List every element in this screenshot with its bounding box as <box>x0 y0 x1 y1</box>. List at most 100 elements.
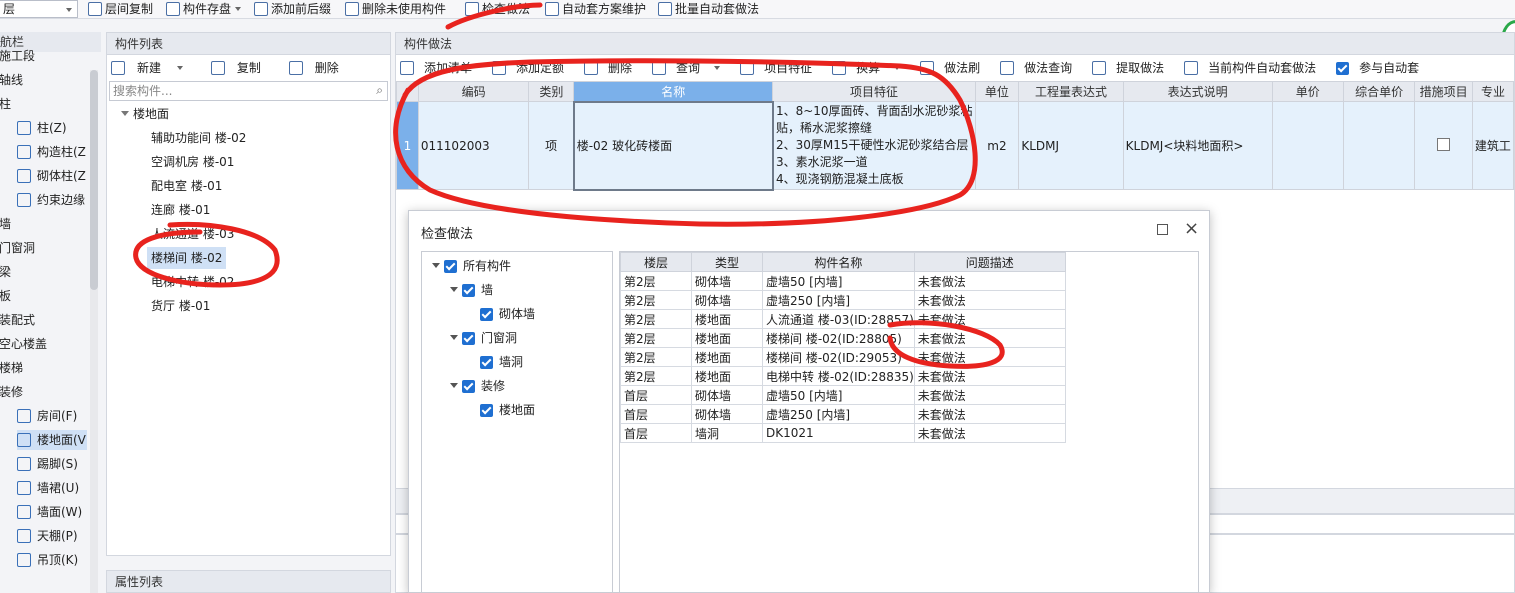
composite-price-cell[interactable] <box>1342 101 1416 190</box>
expand-icon[interactable] <box>450 287 458 292</box>
delete-button[interactable]: 删除 <box>288 61 351 75</box>
expression-cell[interactable]: KLDMJ <box>1018 101 1124 190</box>
maximize-icon[interactable] <box>1157 224 1168 235</box>
nav-item[interactable]: 楼地面(V <box>17 430 87 450</box>
method-tool-7[interactable]: 做法刷 <box>920 61 990 75</box>
method-tool-2[interactable]: 添加定额 <box>492 61 574 75</box>
close-icon[interactable]: × <box>1184 218 1199 239</box>
tree-checkbox[interactable] <box>444 260 457 273</box>
dialog-tree-node[interactable]: 装修 <box>450 376 505 396</box>
unit-cell[interactable]: m2 <box>974 101 1020 190</box>
auto-scheme-button[interactable]: 自动套方案维护 <box>545 1 646 17</box>
column-header[interactable]: 单价 <box>1271 81 1344 102</box>
nav-item[interactable]: 房间(F) <box>17 406 77 426</box>
unit-price-cell[interactable] <box>1271 101 1344 190</box>
nav-item[interactable]: 空心楼盖 <box>0 334 47 354</box>
problem-row[interactable]: 第2层 楼地面 电梯中转 楼-02(ID:28835) 未套做法 <box>620 366 1066 386</box>
method-tool-9[interactable]: 提取做法 <box>1092 61 1174 75</box>
tree-checkbox[interactable] <box>480 356 493 369</box>
component-tree-item[interactable]: 空调机房 楼-01 <box>151 151 234 173</box>
nav-item[interactable]: 装配式 <box>0 310 35 330</box>
column-header[interactable]: 工程量表达式 <box>1018 81 1124 102</box>
method-tool-4[interactable]: 查询 <box>652 61 730 75</box>
column-header[interactable]: 编码 <box>417 81 530 102</box>
nav-item[interactable]: 门窗洞 <box>0 238 35 258</box>
add-prefix-suffix-button[interactable]: 添加前后缀 <box>254 1 331 17</box>
nav-item[interactable]: 构造柱(Z <box>17 142 86 162</box>
nav-item[interactable]: 约束边缘 <box>17 190 85 210</box>
dialog-tree-node[interactable]: 墙洞 <box>480 352 523 372</box>
category-cell[interactable]: 项 <box>528 101 575 190</box>
auto-apply-checkbox[interactable] <box>1336 62 1350 75</box>
problem-row[interactable]: 首层 墙洞 DK1021 未套做法 <box>620 423 1066 443</box>
nav-item[interactable]: 踢脚(S) <box>17 454 78 474</box>
nav-item[interactable]: 楼梯 <box>0 358 23 378</box>
features-cell[interactable]: 1、8~10厚面砖、背面刮水泥砂浆粘 贴，稀水泥浆擦缝 2、30厚M15干硬性水泥砂… <box>772 101 976 190</box>
batch-auto-button[interactable]: 批量自动套做法 <box>658 1 759 17</box>
problem-row[interactable]: 第2层 楼地面 楼梯间 楼-02(ID:29053) 未套做法 <box>620 347 1066 367</box>
nav-scrollbar[interactable] <box>90 70 98 593</box>
column-header[interactable]: 表达式说明 <box>1122 81 1273 102</box>
component-tree-item[interactable]: 人流通道 楼-03 <box>151 223 234 245</box>
tree-checkbox[interactable] <box>480 308 493 321</box>
column-header[interactable]: 措施项目 <box>1414 81 1473 102</box>
component-tree-item[interactable]: 辅助功能间 楼-02 <box>151 127 246 149</box>
new-button[interactable]: 新建 <box>111 61 195 75</box>
problem-column-header[interactable]: 问题描述 <box>913 252 1066 272</box>
tree-checkbox[interactable] <box>462 332 475 345</box>
expand-icon[interactable] <box>450 383 458 388</box>
nav-item[interactable]: 砌体柱(Z <box>17 166 86 186</box>
tree-checkbox[interactable] <box>480 404 493 417</box>
problem-column-header[interactable]: 构件名称 <box>762 252 915 272</box>
delete-unused-button[interactable]: 删除未使用构件 <box>345 1 446 17</box>
nav-item[interactable]: 墙面(W) <box>17 502 82 522</box>
component-search-input[interactable]: 搜索构件... ⌕ <box>109 81 388 101</box>
nav-item[interactable]: 天棚(P) <box>17 526 78 546</box>
component-tree-item[interactable]: 电梯中转 楼-02 <box>151 271 234 293</box>
method-tool-5[interactable]: 项目特征 <box>740 61 822 75</box>
method-tool-8[interactable]: 做法查询 <box>1000 61 1082 75</box>
component-tree-item[interactable]: 配电室 楼-01 <box>151 175 222 197</box>
method-tool-3[interactable]: 删除 <box>584 61 642 75</box>
check-method-button[interactable]: 检查做法 <box>465 1 530 17</box>
name-cell[interactable]: 楼-02 玻化砖楼面 <box>572 100 774 191</box>
column-header[interactable]: 类别 <box>528 81 575 102</box>
problem-row[interactable]: 第2层 砌体墙 虚墙50 [内墙] 未套做法 <box>620 271 1066 291</box>
column-header[interactable]: 综合单价 <box>1342 81 1416 102</box>
dialog-tree-node[interactable]: 门窗洞 <box>450 328 517 348</box>
problem-column-header[interactable]: 类型 <box>691 252 763 272</box>
dialog-tree-node[interactable]: 墙 <box>450 280 493 300</box>
expand-icon[interactable] <box>450 335 458 340</box>
tree-root[interactable]: 楼地面 <box>121 103 169 125</box>
nav-item[interactable]: 装修 <box>0 382 23 402</box>
nav-item[interactable]: 轴线 <box>0 70 23 90</box>
dialog-tree-node[interactable]: 砌体墙 <box>480 304 535 324</box>
dialog-tree-node[interactable]: 楼地面 <box>480 400 535 420</box>
copy-between-floors-button[interactable]: 层间复制 <box>88 1 153 17</box>
method-tool-11[interactable]: 参与自动套 <box>1336 61 1429 75</box>
nav-item[interactable]: 吊顶(K) <box>17 550 78 570</box>
column-header[interactable]: 单位 <box>974 81 1020 102</box>
tree-checkbox[interactable] <box>462 284 475 297</box>
expand-icon[interactable] <box>432 263 440 268</box>
problem-row[interactable]: 第2层 砌体墙 虚墙250 [内墙] 未套做法 <box>620 290 1066 310</box>
nav-item[interactable]: 施工段 <box>0 46 35 66</box>
nav-item[interactable]: 板 <box>0 286 11 306</box>
column-header[interactable]: 名称 <box>573 81 774 102</box>
column-header[interactable]: 专业 <box>1471 81 1515 102</box>
table-row[interactable]: 1 011102003 项 楼-02 玻化砖楼面 1、8~10厚面砖、背面刮水泥… <box>396 100 1515 191</box>
measure-item-checkbox[interactable] <box>1437 137 1451 151</box>
component-tree-item[interactable]: 连廊 楼-01 <box>151 199 210 221</box>
problem-row[interactable]: 首层 砌体墙 虚墙50 [内墙] 未套做法 <box>620 385 1066 405</box>
method-tool-10[interactable]: 当前构件自动套做法 <box>1184 61 1326 75</box>
nav-item[interactable]: 柱(Z) <box>17 118 67 138</box>
problem-row[interactable]: 首层 砌体墙 虚墙250 [内墙] 未套做法 <box>620 404 1066 424</box>
floor-select[interactable]: 层 <box>0 0 78 18</box>
copy-button[interactable]: 复制 <box>210 61 273 75</box>
column-header[interactable]: 项目特征 <box>772 81 976 102</box>
tree-checkbox[interactable] <box>462 380 475 393</box>
dialog-tree-node[interactable]: 所有构件 <box>432 256 511 276</box>
problem-row[interactable]: 第2层 楼地面 人流通道 楼-03(ID:28857) 未套做法 <box>620 309 1066 329</box>
problem-row[interactable]: 第2层 楼地面 楼梯间 楼-02(ID:28805) 未套做法 <box>620 328 1066 348</box>
nav-item[interactable]: 墙裙(U) <box>17 478 79 498</box>
